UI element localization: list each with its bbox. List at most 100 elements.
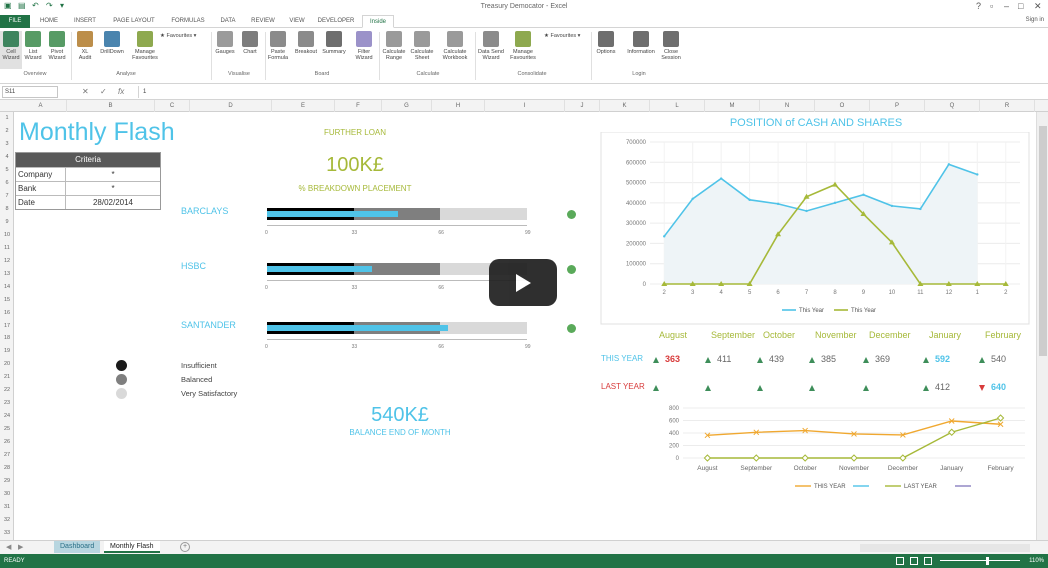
scroll-thumb[interactable]	[1039, 126, 1047, 356]
play-button[interactable]	[489, 259, 557, 306]
tab-data[interactable]: DATA	[214, 15, 242, 28]
prev-sheet-icon[interactable]: ◀	[6, 543, 11, 551]
row-header[interactable]: 4	[0, 154, 14, 167]
row-header[interactable]: 29	[0, 478, 14, 491]
row-header[interactable]: 32	[0, 517, 14, 530]
ribbon-button-4[interactable]: DrillDown	[98, 31, 126, 69]
tab-formulas[interactable]: FORMULAS	[166, 15, 210, 28]
ribbon-button-2[interactable]: Pivot Wizard	[44, 31, 70, 69]
ribbon-button-16[interactable]: Manage Favourites	[506, 31, 540, 69]
zoom-slider-knob[interactable]	[986, 557, 989, 565]
ribbon-button-8[interactable]: Paste Formula	[266, 31, 290, 69]
column-header[interactable]: O	[815, 100, 870, 112]
row-header[interactable]: 23	[0, 400, 14, 413]
row-header[interactable]: 18	[0, 335, 14, 348]
tab-insert[interactable]: INSERT	[68, 15, 102, 28]
ribbon-button-10[interactable]: Summary	[320, 31, 348, 69]
minimize-icon[interactable]: –	[1004, 1, 1009, 11]
ribbon-button-17[interactable]: Options	[592, 31, 620, 69]
name-box[interactable]: S11	[2, 86, 58, 98]
column-header[interactable]: C	[155, 100, 190, 112]
tab-file[interactable]: FILE	[0, 15, 30, 28]
row-header[interactable]: 16	[0, 310, 14, 323]
row-header[interactable]: 9	[0, 219, 14, 232]
column-header[interactable]: J	[565, 100, 600, 112]
sheet-tab-monthly-flash[interactable]: Monthly Flash	[104, 541, 160, 553]
column-header[interactable]: R	[980, 100, 1035, 112]
ribbon-button-1[interactable]: List Wizard	[22, 31, 44, 69]
column-header[interactable]: P	[870, 100, 925, 112]
tab-review[interactable]: REVIEW	[246, 15, 280, 28]
normal-view-icon[interactable]	[896, 557, 904, 565]
ribbon-button-14[interactable]: Calculate Workbook	[438, 31, 472, 69]
row-header[interactable]: 14	[0, 284, 14, 297]
column-header[interactable]: N	[760, 100, 815, 112]
tab-inside[interactable]: Inside	[362, 15, 394, 28]
worksheet[interactable]: Monthly Flash Criteria Company * Bank * …	[15, 112, 1035, 540]
row-header[interactable]: 13	[0, 271, 14, 284]
row-header[interactable]: 17	[0, 323, 14, 336]
row-header[interactable]: 30	[0, 491, 14, 504]
row-header[interactable]: 22	[0, 387, 14, 400]
ribbon-button-12[interactable]: Calculate Range	[380, 31, 408, 69]
zoom-level[interactable]: 110%	[1029, 554, 1044, 568]
column-header[interactable]: K	[600, 100, 650, 112]
vertical-scrollbar[interactable]	[1036, 112, 1048, 540]
column-header[interactable]: I	[485, 100, 565, 112]
criteria-value[interactable]: *	[66, 168, 160, 181]
column-header[interactable]: B	[67, 100, 155, 112]
column-header[interactable]: F	[335, 100, 382, 112]
ribbon-button-9[interactable]: Breakout	[292, 31, 320, 69]
row-header[interactable]: 26	[0, 439, 14, 452]
ribbon-button-11[interactable]: Filter Wizard	[350, 31, 378, 69]
row-header[interactable]: 8	[0, 206, 14, 219]
column-header[interactable]: G	[382, 100, 432, 112]
page-layout-view-icon[interactable]	[910, 557, 918, 565]
ribbon-button-19[interactable]: Close Session	[656, 31, 686, 69]
formula-input[interactable]: 1	[138, 86, 1044, 98]
next-sheet-icon[interactable]: ▶	[18, 543, 23, 551]
row-header[interactable]: 24	[0, 413, 14, 426]
row-header[interactable]: 27	[0, 452, 14, 465]
tab-view[interactable]: VIEW	[284, 15, 310, 28]
favourites-dropdown[interactable]: ★ Favourites ▾	[160, 33, 196, 39]
row-header[interactable]: 15	[0, 297, 14, 310]
ribbon-button-6[interactable]: Gauges	[212, 31, 238, 69]
row-header[interactable]: 21	[0, 374, 14, 387]
tab-page-layout[interactable]: PAGE LAYOUT	[106, 15, 162, 28]
help-icon[interactable]: ?	[976, 1, 981, 11]
ribbon-button-18[interactable]: Information	[624, 31, 658, 69]
row-header[interactable]: 19	[0, 348, 14, 361]
column-header[interactable]: A	[15, 100, 67, 112]
row-header[interactable]: 20	[0, 361, 14, 374]
row-header[interactable]: 3	[0, 141, 14, 154]
row-header[interactable]: 31	[0, 504, 14, 517]
row-header[interactable]: 12	[0, 258, 14, 271]
row-header[interactable]: 5	[0, 167, 14, 180]
ribbon-button-15[interactable]: Data Send Wizard	[476, 31, 506, 69]
maximize-icon[interactable]: □	[1018, 1, 1023, 11]
column-header[interactable]: Q	[925, 100, 980, 112]
add-sheet-icon[interactable]: +	[180, 542, 190, 552]
zoom-slider[interactable]	[940, 560, 1020, 561]
ribbon-button-7[interactable]: Chart	[238, 31, 262, 69]
row-header[interactable]: 1	[0, 115, 14, 128]
row-header[interactable]: 2	[0, 128, 14, 141]
restore-ribbon-icon[interactable]: ▫	[990, 1, 993, 11]
horizontal-scrollbar[interactable]	[860, 544, 1030, 552]
enter-icon[interactable]: ✓	[100, 87, 107, 96]
tab-home[interactable]: HOME	[34, 15, 64, 28]
cancel-icon[interactable]: ✕	[82, 87, 89, 96]
criteria-value[interactable]: *	[66, 182, 160, 195]
tab-developer[interactable]: DEVELOPER	[314, 15, 358, 28]
row-header[interactable]: 25	[0, 426, 14, 439]
column-header[interactable]: L	[650, 100, 705, 112]
favourites-dropdown[interactable]: ★ Favourites ▾	[544, 33, 580, 39]
sign-in-link[interactable]: Sign in	[1026, 17, 1044, 23]
page-break-view-icon[interactable]	[924, 557, 932, 565]
ribbon-button-3[interactable]: XL Audit	[74, 31, 96, 69]
row-header[interactable]: 11	[0, 245, 14, 258]
ribbon-button-0[interactable]: Cell Wizard	[0, 31, 22, 69]
column-header[interactable]: M	[705, 100, 760, 112]
column-header[interactable]: H	[432, 100, 485, 112]
